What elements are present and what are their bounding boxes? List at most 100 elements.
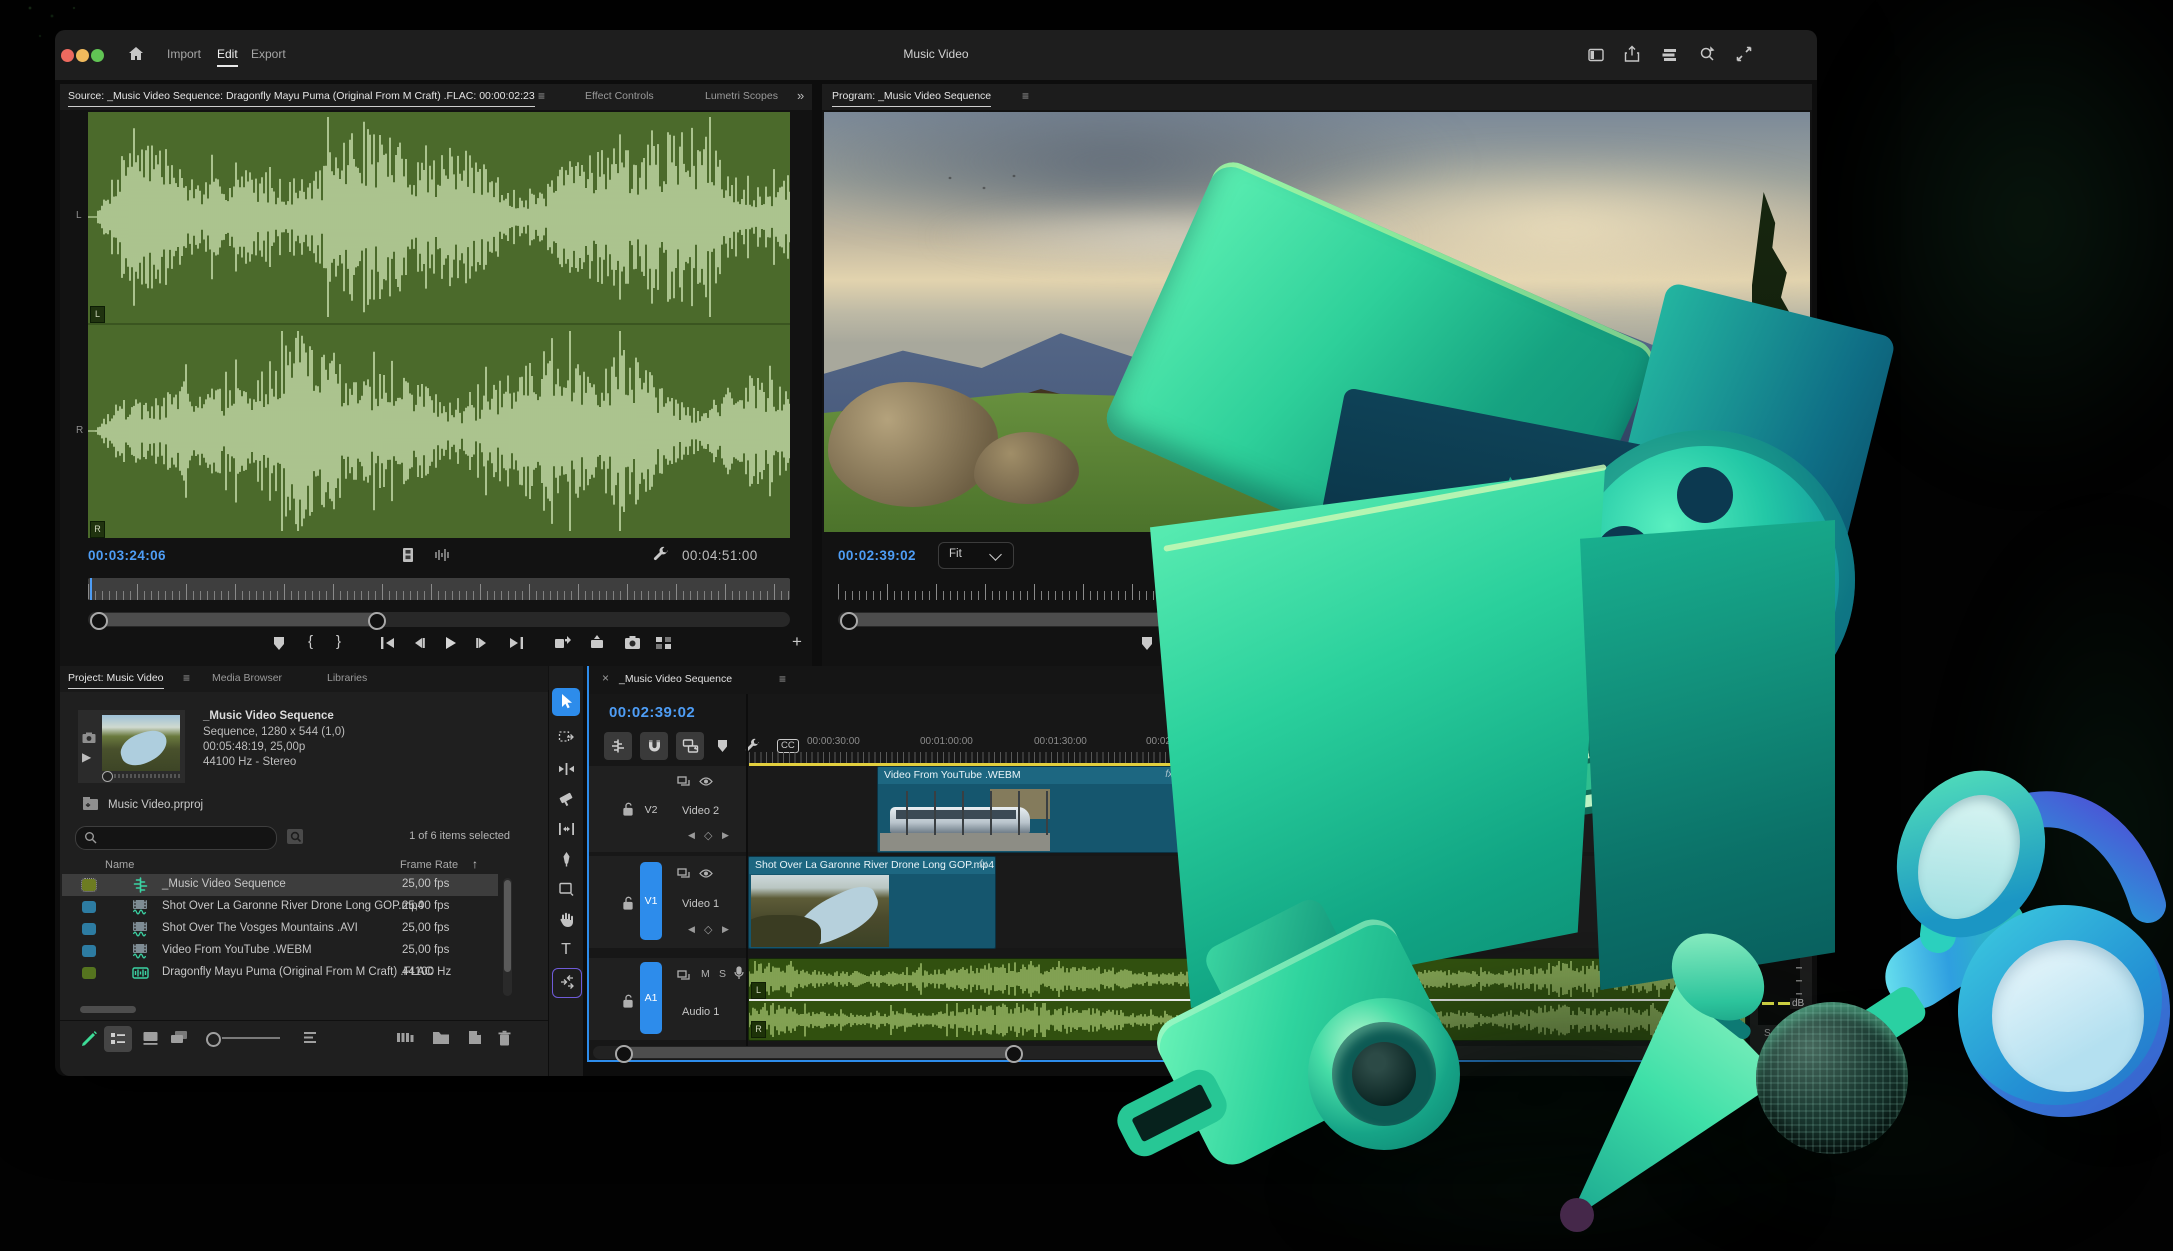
track-visibility-eye-icon[interactable] — [699, 776, 713, 787]
list-vertical-scrollbar[interactable] — [503, 878, 512, 996]
program-zoom-handle[interactable] — [840, 612, 858, 630]
slip-tool[interactable] — [552, 816, 580, 844]
program-video-frame[interactable] — [824, 112, 1810, 532]
track-label-a1[interactable]: Audio 1 — [682, 1006, 719, 1018]
timeline-ruler-ticks[interactable] — [749, 752, 1743, 763]
voiceover-mic-icon[interactable] — [734, 966, 744, 980]
solo-button[interactable]: S — [719, 968, 726, 980]
export-frame-icon[interactable] — [624, 635, 641, 650]
drag-audio-icon[interactable] — [434, 548, 450, 562]
track-select-forward-tool[interactable] — [552, 724, 580, 752]
ripple-edit-tool[interactable] — [552, 756, 580, 784]
step-back-icon[interactable] — [1278, 636, 1292, 650]
timeline-horizontal-scrollbar[interactable] — [593, 1046, 1739, 1059]
track-content-v1[interactable]: Shot Over La Garonne River Drone Long GO… — [748, 856, 1745, 948]
media-row-video[interactable]: Shot Over La Garonne River Drone Long GO… — [62, 896, 498, 918]
panel-layout-icon[interactable] — [1587, 46, 1605, 64]
timeline-current-timecode[interactable]: 00:02:39:02 — [609, 704, 695, 721]
solo-left-button[interactable]: S — [1764, 1028, 1771, 1039]
insert-icon[interactable] — [554, 635, 572, 651]
program-time-ruler[interactable] — [838, 578, 1796, 600]
preview-thumbnail[interactable]: ▶ — [78, 710, 185, 783]
razor-tool[interactable] — [552, 786, 580, 814]
mark-out-icon[interactable]: } — [1204, 633, 1209, 650]
play-icon[interactable] — [1309, 635, 1324, 651]
track-header-v1[interactable]: V1 Video 1 ◀ ◇ ▶ — [589, 856, 746, 948]
source-zoom-scrollbar[interactable] — [88, 612, 790, 627]
label-chip[interactable] — [82, 923, 96, 935]
keyframe-add-icon[interactable]: ◇ — [704, 923, 712, 936]
panel-overflow-icon[interactable]: » — [797, 88, 804, 103]
source-current-timecode[interactable]: 00:03:24:06 — [88, 548, 166, 563]
source-patch-icon[interactable] — [677, 776, 690, 787]
go-to-in-icon[interactable] — [1246, 636, 1262, 650]
share-icon[interactable] — [1623, 45, 1641, 63]
media-row-video[interactable]: Video From YouTube .WEBM 25,00 fps — [62, 940, 498, 962]
keyframe-add-icon[interactable]: ◇ — [704, 829, 712, 842]
snap-magnet-button[interactable] — [640, 732, 668, 760]
track-lock-icon[interactable] — [622, 896, 634, 910]
sort-direction-icon[interactable]: ↑ — [472, 857, 478, 871]
tab-media-browser[interactable]: Media Browser — [212, 672, 282, 684]
add-marker-icon[interactable] — [1140, 636, 1154, 651]
timeline-panel-menu-icon[interactable]: ≡ — [779, 672, 786, 686]
source-time-ruler[interactable] — [88, 578, 790, 600]
zoom-handle-right[interactable] — [368, 612, 386, 630]
track-content-a1[interactable]: L R — [748, 958, 1745, 1040]
track-target-v2[interactable]: V2 — [640, 804, 662, 816]
rectangle-tool[interactable] — [552, 876, 580, 904]
preview-play-icon[interactable]: ▶ — [82, 750, 91, 764]
program-zoom-scrollbar[interactable] — [838, 612, 1796, 627]
source-waveform-monitor[interactable]: L R — [88, 112, 790, 538]
keyframe-prev-icon[interactable]: ◀ — [688, 924, 695, 935]
workspace-icon[interactable] — [1661, 46, 1679, 64]
timeline-scroll-handle-left[interactable] — [615, 1045, 633, 1063]
media-row-video[interactable]: Shot Over The Vosges Mountains .AVI 25,0… — [62, 918, 498, 940]
source-panel-menu-icon[interactable]: ≡ — [538, 89, 545, 103]
quick-find-icon[interactable] — [1698, 45, 1716, 63]
captions-cc-icon[interactable]: CC — [777, 739, 799, 753]
tab-program[interactable]: Program: _Music Video Sequence — [832, 90, 991, 107]
zoom-slider[interactable] — [206, 1034, 280, 1044]
step-back-icon[interactable] — [412, 636, 426, 650]
zoom-handle-left[interactable] — [90, 612, 108, 630]
step-forward-icon[interactable] — [475, 636, 489, 650]
track-visibility-eye-icon[interactable] — [699, 868, 713, 879]
label-chip[interactable] — [82, 901, 96, 913]
go-to-out-icon[interactable] — [508, 636, 524, 650]
sort-options-icon[interactable] — [302, 1030, 318, 1045]
play-icon[interactable] — [443, 635, 458, 651]
fit-dropdown[interactable]: Fit — [938, 542, 1014, 569]
source-playhead[interactable] — [90, 578, 92, 600]
mark-in-icon[interactable]: { — [1176, 633, 1181, 650]
type-tool[interactable]: T — [552, 936, 580, 964]
tab-effect-controls[interactable]: Effect Controls — [585, 90, 654, 102]
writable-pencil-icon[interactable] — [80, 1030, 98, 1048]
label-chip[interactable] — [82, 967, 96, 979]
track-header-v2[interactable]: V2 Video 2 ◀ ◇ ▶ — [589, 766, 746, 852]
clip-audio-dragonfly[interactable]: L R — [748, 958, 1746, 1041]
source-patch-icon[interactable] — [677, 868, 690, 879]
label-chip[interactable] — [82, 879, 96, 891]
label-chip[interactable] — [82, 945, 96, 957]
overwrite-icon[interactable] — [589, 635, 607, 651]
close-icon[interactable]: × — [602, 671, 609, 685]
solo-right-button[interactable]: S — [1780, 1028, 1787, 1039]
keyframe-next-icon[interactable]: ▶ — [722, 924, 729, 935]
track-target-v1[interactable]: V1 — [640, 862, 662, 940]
clip-video-from-youtube[interactable]: Video From YouTube .WEBM fx — [877, 766, 1182, 853]
add-marker-icon[interactable] — [272, 636, 286, 651]
add-button-icon[interactable]: + — [792, 632, 802, 652]
timeline-playhead[interactable] — [1249, 752, 1251, 1048]
go-to-in-icon[interactable] — [380, 636, 396, 650]
track-header-a1[interactable]: M S A1 Audio 1 — [589, 958, 746, 1040]
remix-tool[interactable] — [552, 968, 582, 998]
program-current-timecode[interactable]: 00:02:39:02 — [838, 548, 916, 563]
hand-tool[interactable] — [552, 906, 580, 934]
timeline-marker-icon[interactable] — [716, 739, 729, 753]
tab-source[interactable]: Source: _Music Video Sequence: Dragonfly… — [68, 90, 535, 107]
project-panel-menu-icon[interactable]: ≡ — [183, 671, 190, 685]
program-panel-menu-icon[interactable]: ≡ — [1022, 89, 1029, 103]
nest-toggle-button[interactable] — [604, 732, 632, 760]
track-label-v1[interactable]: Video 1 — [682, 898, 719, 910]
